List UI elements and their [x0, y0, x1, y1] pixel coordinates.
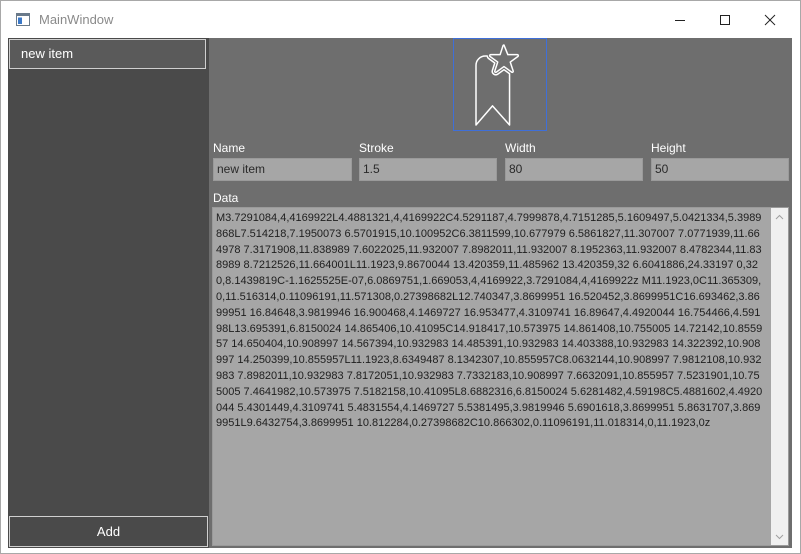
data-textarea[interactable]: M3.7291084,4,4169922L4.4881321,4,4169922… — [212, 207, 789, 546]
stroke-field[interactable]: 1.5 — [359, 158, 497, 181]
scroll-down-button[interactable] — [771, 528, 788, 545]
maximize-icon — [720, 14, 730, 25]
chevron-up-icon — [775, 214, 784, 219]
window-app-icon — [16, 13, 30, 26]
width-field[interactable]: 80 — [505, 158, 643, 181]
height-field[interactable]: 50 — [651, 158, 789, 181]
minimize-button[interactable] — [657, 1, 703, 38]
add-button[interactable]: Add — [9, 516, 208, 547]
title-bar: MainWindow — [1, 1, 800, 38]
name-field[interactable]: new item — [213, 158, 352, 181]
scroll-up-button[interactable] — [771, 208, 788, 225]
list-item-label: new item — [21, 46, 74, 61]
stroke-label: Stroke — [359, 141, 394, 155]
main-window: MainWindow new item Add Name new item St… — [0, 0, 801, 554]
window-title: MainWindow — [39, 12, 114, 27]
width-label: Width — [505, 141, 536, 155]
item-list-panel: new item Add — [8, 38, 209, 548]
close-button[interactable] — [747, 1, 793, 38]
close-icon — [764, 14, 776, 25]
data-text: M3.7291084,4,4169922L4.4881321,4,4169922… — [216, 212, 763, 430]
list-item[interactable]: new item — [9, 39, 206, 69]
height-label: Height — [651, 141, 686, 155]
bookmark-star-icon — [475, 44, 520, 126]
icon-preview — [453, 38, 547, 131]
data-label: Data — [213, 191, 239, 205]
editor-panel: Name new item Stroke 1.5 Width 80 Height… — [209, 38, 792, 548]
chevron-down-icon — [775, 534, 784, 539]
name-label: Name — [213, 141, 246, 155]
maximize-button[interactable] — [702, 1, 748, 38]
vertical-scrollbar[interactable] — [771, 208, 788, 545]
minimize-icon — [675, 19, 685, 21]
